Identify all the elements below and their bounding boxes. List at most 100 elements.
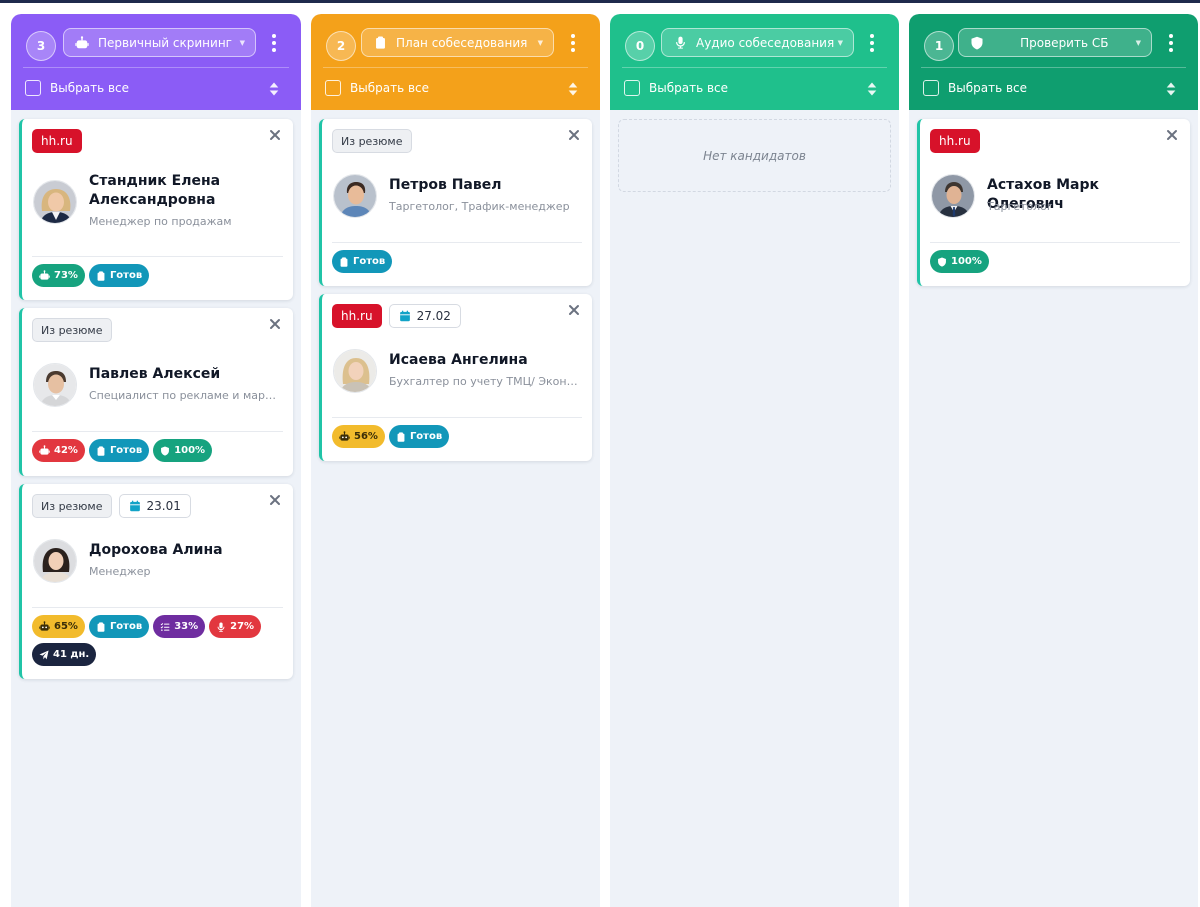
- select-all-checkbox[interactable]: [624, 80, 640, 96]
- close-icon[interactable]: [568, 304, 580, 316]
- select-all[interactable]: Выбрать все: [325, 80, 429, 96]
- column-menu-icon[interactable]: [566, 33, 580, 53]
- sort-icon[interactable]: [1166, 82, 1176, 96]
- caret-down-icon: ▼: [837, 38, 843, 47]
- source-tag-resume: Из резюме: [332, 129, 412, 153]
- select-all-checkbox[interactable]: [25, 80, 41, 96]
- column-menu-icon[interactable]: [1164, 33, 1178, 53]
- microphone-icon: [216, 622, 226, 632]
- audio-interview-badge: 27%: [209, 615, 262, 638]
- select-all[interactable]: Выбрать все: [624, 80, 728, 96]
- column-header: 3 Первичный скрининг ▼ Выбрать все: [11, 14, 301, 110]
- interview-date-tag: 27.02: [388, 304, 461, 328]
- card-tags: hh.ru 27.02: [332, 304, 461, 328]
- card-divider: [332, 242, 582, 243]
- select-all[interactable]: Выбрать все: [923, 80, 1027, 96]
- robot-icon: [339, 431, 350, 442]
- header-divider: [323, 67, 588, 68]
- candidate-card[interactable]: hh.ru 27.02 Исаева Ангелина Бухгалтер по…: [319, 294, 592, 461]
- column-menu-icon[interactable]: [865, 33, 879, 53]
- close-icon[interactable]: [269, 494, 281, 506]
- stage-select[interactable]: План собеседования ▼: [361, 28, 554, 57]
- candidate-card[interactable]: hh.ru Астахов Марк Олегович Таргетолог 1…: [917, 119, 1190, 286]
- column-primary-screening: 3 Первичный скрининг ▼ Выбрать все hh.ru: [11, 14, 301, 907]
- card-divider: [332, 417, 582, 418]
- card-divider: [930, 242, 1180, 243]
- card-badges: 42% Готов 100%: [32, 439, 285, 462]
- close-icon[interactable]: [1166, 129, 1178, 141]
- column-menu-icon[interactable]: [267, 33, 281, 53]
- source-tag-hh: hh.ru: [32, 129, 82, 153]
- candidate-card[interactable]: Из резюме Павлев Алексей Специалист по р…: [19, 308, 293, 476]
- header-divider: [921, 67, 1186, 68]
- stage-select[interactable]: Аудио собеседования ▼: [661, 28, 854, 57]
- candidate-count-badge: 0: [625, 31, 655, 61]
- card-badges: 56% Готов: [332, 425, 584, 448]
- caret-down-icon: ▼: [239, 38, 245, 47]
- candidate-role: Специалист по рекламе и маркетингу: [89, 389, 281, 402]
- close-icon[interactable]: [269, 129, 281, 141]
- header-divider: [23, 67, 289, 68]
- candidate-card[interactable]: Из резюме Петров Павел Таргетолог, Трафи…: [319, 119, 592, 286]
- candidate-role: Таргетолог, Трафик-менеджер: [389, 200, 570, 213]
- stage-select[interactable]: Первичный скрининг ▼: [63, 28, 256, 57]
- select-all-checkbox[interactable]: [923, 80, 939, 96]
- ai-score-badge: 42%: [32, 439, 85, 462]
- kanban-board: 3 Первичный скрининг ▼ Выбрать все hh.ru: [0, 3, 1200, 907]
- source-tag-resume: Из резюме: [32, 494, 112, 518]
- stage-name: Аудио собеседования: [696, 35, 835, 50]
- caret-down-icon: ▼: [1135, 38, 1141, 47]
- interview-date-tag: 23.01: [118, 494, 191, 518]
- sort-icon[interactable]: [568, 82, 578, 96]
- microphone-icon: [672, 35, 688, 51]
- candidate-count-badge: 2: [326, 31, 356, 61]
- card-tags: hh.ru: [32, 129, 82, 153]
- plan-status-badge: Готов: [388, 425, 450, 448]
- plan-status-badge: Готов: [88, 264, 150, 287]
- select-all-label: Выбрать все: [50, 81, 130, 95]
- candidate-role: Менеджер: [89, 565, 151, 578]
- close-icon[interactable]: [568, 129, 580, 141]
- avatar: [333, 174, 377, 218]
- candidate-name: Исаева Ангелина: [389, 352, 528, 368]
- candidate-name: Павлев Алексей: [89, 366, 221, 382]
- clipboard-icon: [96, 446, 106, 456]
- column-header: 2 План собеседования ▼ Выбрать все: [311, 14, 600, 110]
- candidate-card[interactable]: Из резюме 23.01 Дорохова Алина Менеджер …: [19, 484, 293, 679]
- candidate-name: Петров Павел: [389, 177, 502, 193]
- candidate-role: Бухгалтер по учету ТМЦ/ Экономист: [389, 375, 580, 388]
- checklist-icon: [160, 622, 170, 632]
- candidate-count-badge: 1: [924, 31, 954, 61]
- column-interview-plan: 2 План собеседования ▼ Выбрать все Из ре…: [311, 14, 600, 907]
- security-check-badge: 100%: [930, 250, 989, 273]
- avatar: [33, 363, 77, 407]
- source-tag-hh: hh.ru: [930, 129, 980, 153]
- stage-select[interactable]: Проверить СБ ▼: [958, 28, 1152, 57]
- send-icon: [39, 650, 49, 660]
- candidate-count-badge: 3: [26, 31, 56, 61]
- sort-icon[interactable]: [269, 82, 279, 96]
- shield-icon: [937, 257, 947, 267]
- clipboard-icon: [96, 271, 106, 281]
- candidate-card[interactable]: hh.ru Стандник Елена Александровна Менед…: [19, 119, 293, 300]
- card-badges: Готов: [332, 250, 584, 273]
- select-all-checkbox[interactable]: [325, 80, 341, 96]
- select-all[interactable]: Выбрать все: [25, 80, 129, 96]
- robot-icon: [39, 445, 50, 456]
- select-all-label: Выбрать все: [948, 81, 1028, 95]
- robot-icon: [39, 270, 50, 281]
- card-tags: Из резюме: [32, 318, 112, 342]
- avatar: [333, 349, 377, 393]
- empty-column-placeholder: Нет кандидатов: [618, 119, 891, 192]
- candidate-name: Стандник Елена Александровна: [89, 173, 221, 208]
- robot-icon: [74, 35, 90, 51]
- avatar: [931, 174, 975, 218]
- plan-status-badge: Готов: [332, 250, 393, 273]
- clipboard-icon: [96, 622, 106, 632]
- candidate-role: Таргетолог: [987, 200, 1053, 213]
- card-badges: 100%: [930, 250, 1182, 273]
- card-divider: [32, 431, 283, 432]
- sort-icon[interactable]: [867, 82, 877, 96]
- close-icon[interactable]: [269, 318, 281, 330]
- card-tags: Из резюме 23.01: [32, 494, 191, 518]
